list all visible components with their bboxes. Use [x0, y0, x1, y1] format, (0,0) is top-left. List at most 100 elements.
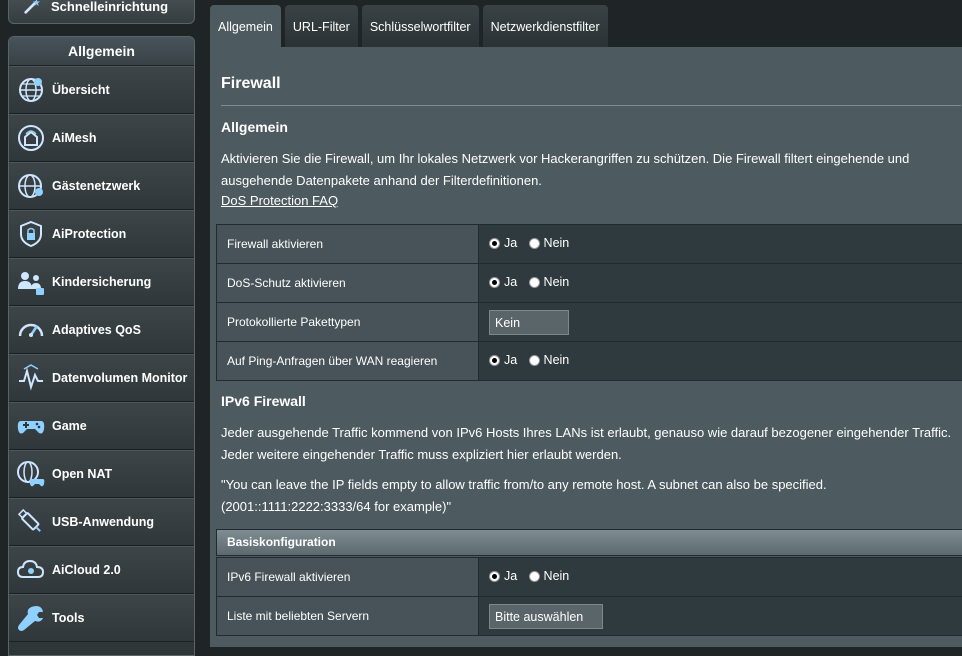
speedometer-icon — [15, 314, 47, 346]
ipv6-description: Jeder ausgehende Traffic kommend von IPv… — [221, 422, 961, 466]
general-description: Aktivieren Sie die Firewall, um Ihr loka… — [221, 148, 961, 192]
traffic-monitor-icon — [15, 362, 47, 394]
logged-packets-cell: Kein — [479, 303, 962, 342]
sidebar-item-aicloud[interactable]: AiCloud 2.0 — [9, 546, 194, 594]
sidebar-item-aiprotection[interactable]: AiProtection — [9, 210, 194, 258]
open-nat-icon — [15, 458, 47, 490]
wan-ping-options: Ja Nein — [479, 342, 962, 381]
sidebar-item-label: AiProtection — [52, 227, 126, 241]
popular-servers-select[interactable]: Bitte auswählen — [489, 604, 603, 629]
radio-label: Nein — [544, 569, 570, 583]
radio-label: Ja — [504, 353, 517, 367]
sidebar-item-label: AiMesh — [52, 131, 96, 145]
shield-lock-icon — [15, 218, 47, 250]
radio-label: Nein — [544, 353, 570, 367]
quick-setup-label: Schnelleinrichtung — [51, 0, 168, 14]
ipv6-firewall-enable-label: IPv6 Firewall aktivieren — [217, 558, 479, 597]
sidebar-item-label: USB-Anwendung — [52, 515, 154, 529]
radio-dot — [529, 277, 540, 288]
sidebar-item-label: Gästenetzwerk — [52, 179, 140, 193]
sidebar-item-label: Adaptives QoS — [52, 323, 141, 337]
firewall-enable-label: Firewall aktivieren — [217, 225, 479, 264]
guest-network-icon — [15, 170, 47, 202]
tab-keyword-filter[interactable]: Schlüsselwortfilter — [362, 5, 479, 47]
tab-bar: Allgemein URL-Filter Schlüsselwortfilter… — [210, 5, 608, 47]
sidebar-item-open-nat[interactable]: Open NAT — [9, 450, 194, 498]
sidebar-item-overview[interactable]: Übersicht — [9, 66, 194, 114]
table-row: IPv6 Firewall aktivieren Ja Nein — [217, 558, 962, 597]
ipv6-note-line: "You can leave the IP fields empty to al… — [221, 474, 961, 496]
logged-packets-select[interactable]: Kein — [489, 310, 569, 335]
dos-protection-label: DoS-Schutz aktivieren — [217, 264, 479, 303]
table-row: Firewall aktivieren Ja Nein — [217, 225, 962, 264]
sidebar-item-usb-application[interactable]: USB-Anwendung — [9, 498, 194, 546]
dos-protection-options: Ja Nein — [479, 264, 962, 303]
table-row: Liste mit beliebten Servern Bitte auswäh… — [217, 597, 962, 636]
radio-dot — [489, 238, 500, 249]
ipv6-firewall-enable-options: Ja Nein — [479, 558, 962, 597]
dos-protection-no-radio[interactable]: Nein — [529, 275, 570, 289]
sidebar-item-traffic-monitor[interactable]: Datenvolumen Monitor — [9, 354, 194, 402]
sidebar-item-tools[interactable]: Tools — [9, 594, 194, 642]
sidebar-item-guest-network[interactable]: Gästenetzwerk — [9, 162, 194, 210]
dos-protection-faq-link[interactable]: DoS Protection FAQ — [221, 193, 338, 208]
ipv6-firewall-no-radio[interactable]: Nein — [529, 569, 570, 583]
quick-setup-button[interactable]: Schnelleinrichtung — [8, 0, 195, 24]
sidebar-item-game[interactable]: Game — [9, 402, 194, 450]
table-row: Protokollierte Pakettypen Kein — [217, 303, 962, 342]
radio-dot — [529, 571, 540, 582]
general-description-line: ausgehende Datenpakete anhand der Filter… — [221, 170, 961, 192]
radio-dot — [489, 355, 500, 366]
general-description-line: Aktivieren Sie die Firewall, um Ihr loka… — [221, 148, 961, 170]
sidebar-item-adaptive-qos[interactable]: Adaptives QoS — [9, 306, 194, 354]
general-settings-table: Firewall aktivieren Ja Nein DoS-Schutz a… — [216, 224, 962, 381]
sidebar-item-parental-control[interactable]: Kindersicherung — [9, 258, 194, 306]
sidebar-item-label: Übersicht — [52, 83, 110, 97]
radio-label: Nein — [544, 275, 570, 289]
ipv6-settings-table: IPv6 Firewall aktivieren Ja Nein Liste m… — [216, 557, 962, 636]
title-divider — [221, 105, 961, 106]
popular-servers-cell: Bitte auswählen — [479, 597, 962, 636]
page-title: Firewall — [221, 75, 281, 93]
aimesh-icon — [15, 122, 47, 154]
wan-ping-label: Auf Ping-Anfragen über WAN reagieren — [217, 342, 479, 381]
radio-dot — [489, 277, 500, 288]
sidebar-item-label: Game — [52, 419, 87, 433]
cloud-icon — [15, 554, 47, 586]
table-row: DoS-Schutz aktivieren Ja Nein — [217, 264, 962, 303]
main-content: Firewall Allgemein Aktivieren Sie die Fi… — [210, 47, 962, 647]
radio-label: Nein — [544, 236, 570, 250]
gamepad-icon — [15, 410, 47, 442]
sidebar-item-label: AiCloud 2.0 — [52, 563, 121, 577]
sidebar-section-header: Allgemein — [9, 37, 194, 66]
sidebar-item-aimesh[interactable]: AiMesh — [9, 114, 194, 162]
ipv6-firewall-yes-radio[interactable]: Ja — [489, 569, 517, 583]
ipv6-description-line: Jeder weitere eingehender Traffic muss e… — [221, 444, 961, 466]
ipv6-section-heading: IPv6 Firewall — [221, 393, 306, 409]
sidebar-item-label: Datenvolumen Monitor — [52, 371, 187, 385]
ipv6-note-line: (2001::1111:2222:3333/64 for example)" — [221, 496, 961, 518]
popular-servers-label: Liste mit beliebten Servern — [217, 597, 479, 636]
ipv6-description-line: Jeder ausgehende Traffic kommend von IPv… — [221, 422, 961, 444]
tab-url-filter[interactable]: URL-Filter — [285, 5, 358, 47]
wan-ping-yes-radio[interactable]: Ja — [489, 353, 517, 367]
globe-network-icon — [15, 74, 47, 106]
wand-icon — [23, 0, 41, 15]
firewall-enable-options: Ja Nein — [479, 225, 962, 264]
firewall-enable-yes-radio[interactable]: Ja — [489, 236, 517, 250]
tab-general[interactable]: Allgemein — [210, 5, 281, 47]
radio-dot — [529, 238, 540, 249]
wan-ping-no-radio[interactable]: Nein — [529, 353, 570, 367]
radio-dot — [529, 355, 540, 366]
logged-packets-label: Protokollierte Pakettypen — [217, 303, 479, 342]
sidebar-item-label: Tools — [52, 611, 84, 625]
sidebar-menu: Allgemein Übersicht AiMesh Gästenetzwerk… — [8, 36, 195, 656]
dos-protection-yes-radio[interactable]: Ja — [489, 275, 517, 289]
ipv6-note: "You can leave the IP fields empty to al… — [221, 474, 961, 518]
sidebar-item-label: Open NAT — [52, 467, 112, 481]
firewall-enable-no-radio[interactable]: Nein — [529, 236, 570, 250]
tab-network-service-filter[interactable]: Netzwerkdienstfilter — [483, 5, 608, 47]
basic-config-header: Basiskonfiguration — [216, 529, 962, 556]
parental-control-icon — [15, 266, 47, 298]
radio-label: Ja — [504, 569, 517, 583]
